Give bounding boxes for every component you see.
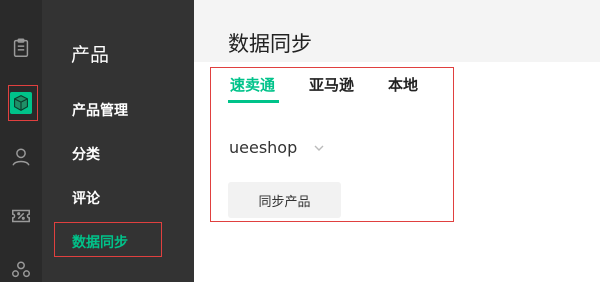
sidebar-item-product-management[interactable]: 产品管理 xyxy=(72,100,128,120)
sidebar-item-category[interactable]: 分类 xyxy=(72,144,100,164)
content-area xyxy=(194,62,600,282)
people-icon xyxy=(12,261,30,278)
sidebar-item-reviews[interactable]: 评论 xyxy=(72,188,100,208)
chevron-down-icon xyxy=(314,145,324,151)
page-header: 数据同步 xyxy=(194,0,600,62)
tab-local[interactable]: 本地 xyxy=(388,74,418,95)
cube-icon xyxy=(10,92,32,114)
user-icon xyxy=(12,148,30,166)
sidebar-section-title: 产品 xyxy=(71,44,110,66)
tab-amazon[interactable]: 亚马逊 xyxy=(309,74,354,95)
sidebar: 产品 产品管理 分类 评论 数据同步 xyxy=(42,0,194,282)
rail-item-users[interactable] xyxy=(0,137,42,177)
icon-rail xyxy=(0,0,42,282)
store-select[interactable]: ueeshop xyxy=(229,138,325,157)
sidebar-item-data-sync[interactable]: 数据同步 xyxy=(72,232,128,252)
sync-products-button[interactable]: 同步产品 xyxy=(228,182,341,218)
tab-aliexpress[interactable]: 速卖通 xyxy=(230,74,275,95)
page-title: 数据同步 xyxy=(228,32,312,56)
rail-item-marketing[interactable] xyxy=(0,196,42,236)
active-tab-indicator xyxy=(228,100,279,103)
discount-icon xyxy=(12,209,30,223)
store-select-value: ueeshop xyxy=(229,138,298,157)
rail-item-orders[interactable] xyxy=(0,28,42,68)
clipboard-icon xyxy=(13,38,29,57)
rail-item-products[interactable] xyxy=(0,83,42,123)
rail-item-team[interactable] xyxy=(0,250,42,290)
